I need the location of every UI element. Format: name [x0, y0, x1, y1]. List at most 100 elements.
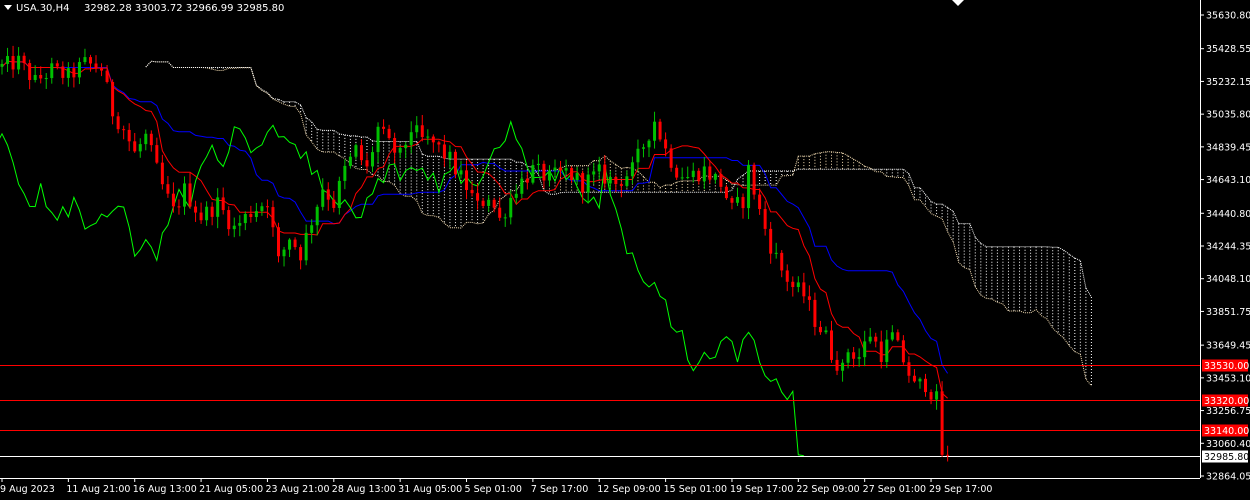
candle-body: [66, 68, 70, 78]
candle-body: [547, 170, 551, 181]
time-tick-label: 22 Sep 09:00: [796, 484, 859, 495]
candle-body: [459, 170, 463, 175]
candle-body: [249, 213, 253, 218]
time-tick-label: 11 Aug 21:00: [66, 484, 130, 495]
candle-body: [570, 168, 574, 181]
current-price-label: 32985.80: [1204, 452, 1249, 463]
price-tick-label: 33851.75: [1206, 307, 1250, 318]
candle-body: [630, 162, 634, 177]
price-tick-label: 33649.45: [1206, 341, 1250, 352]
candle-body: [542, 163, 546, 181]
candle-body: [365, 160, 369, 167]
candle-body: [929, 392, 933, 400]
candle-body: [564, 168, 568, 171]
candle-body: [415, 125, 419, 133]
time-tick-label: 5 Sep 01:00: [465, 484, 522, 495]
time-tick-label: 16 Aug 13:00: [133, 484, 197, 495]
candle-body: [260, 206, 264, 212]
candle-body: [708, 166, 712, 180]
candle-body: [321, 189, 325, 207]
candle-body: [890, 332, 894, 340]
candle-body: [863, 341, 867, 358]
candle-body: [879, 341, 883, 362]
candle-body: [559, 167, 563, 171]
candle-body: [741, 197, 745, 209]
candle-body: [188, 183, 192, 207]
candle-body: [11, 56, 15, 70]
candle-body: [44, 78, 48, 80]
candle-body: [293, 239, 297, 248]
candle-body: [0, 63, 4, 67]
candle-body: [680, 177, 684, 179]
candle-body: [686, 177, 690, 179]
candle-body: [912, 375, 916, 382]
price-tick-label: 35630.80: [1206, 11, 1250, 22]
candle-body: [149, 133, 153, 146]
candle-body: [846, 352, 850, 363]
ichimoku-chart[interactable]: 33530.0033320.0033140.0032985.80 35630.8…: [0, 0, 1250, 500]
candle-body: [265, 206, 269, 208]
candle-body: [387, 128, 391, 139]
ohlc-values: 32982.28 33003.72 32966.99 32985.80: [84, 3, 284, 14]
candle-body: [581, 173, 585, 193]
candle-body: [437, 142, 441, 145]
candle-body: [72, 68, 76, 78]
candle-body: [830, 330, 833, 360]
candle-body: [277, 227, 280, 257]
candle-body: [55, 63, 59, 67]
candle-body: [315, 206, 319, 226]
time-tick-label: 12 Sep 09:00: [597, 484, 660, 495]
candle-body: [901, 340, 905, 363]
candle-body: [785, 270, 789, 282]
candle-body: [807, 296, 811, 300]
candle-body: [769, 228, 773, 254]
candle-body: [824, 330, 828, 333]
candle-body: [431, 136, 435, 143]
candle-body: [935, 391, 939, 400]
candle-body: [144, 133, 148, 145]
price-tick-label: 35232.15: [1206, 77, 1250, 88]
candle-body: [420, 125, 424, 137]
candle-body: [503, 217, 507, 219]
candle-body: [885, 339, 889, 362]
candle-body: [453, 151, 457, 175]
candle-body: [299, 247, 303, 261]
candle-body: [348, 156, 352, 166]
candle-body: [393, 138, 397, 153]
candle-body: [603, 164, 607, 184]
candle-body: [487, 199, 491, 206]
time-tick-label: 23 Aug 21:00: [265, 484, 329, 495]
candle-body: [216, 197, 220, 217]
level-price-label: 33140.00: [1204, 426, 1249, 437]
candle-body: [536, 163, 540, 166]
candle-body: [702, 166, 706, 182]
candle-body: [199, 212, 203, 221]
candle-body: [653, 121, 657, 141]
candle-body: [796, 282, 800, 288]
time-tick-label: 21 Aug 05:00: [199, 484, 263, 495]
candle-body: [227, 210, 231, 230]
candle-body: [724, 186, 728, 199]
candle-body: [288, 239, 292, 250]
candle-body: [492, 199, 496, 208]
candle-body: [326, 189, 330, 200]
candle-body: [22, 55, 26, 64]
candle-body: [100, 68, 104, 71]
candle-body: [138, 144, 142, 152]
candle-body: [924, 378, 928, 393]
candle-body: [50, 63, 54, 79]
candle-body: [498, 207, 502, 218]
candle-body: [636, 148, 640, 163]
level-price-label: 33530.00: [1204, 361, 1249, 372]
candle-body: [39, 74, 43, 79]
candle-body: [813, 299, 817, 327]
candle-body: [17, 55, 21, 70]
candle-body: [675, 167, 679, 178]
candle-body: [658, 121, 662, 140]
candle-body: [243, 213, 247, 224]
candle-body: [614, 177, 618, 185]
candle-body: [520, 178, 524, 194]
candle-body: [310, 225, 314, 233]
candle-body: [735, 197, 739, 203]
candle-body: [553, 167, 557, 171]
